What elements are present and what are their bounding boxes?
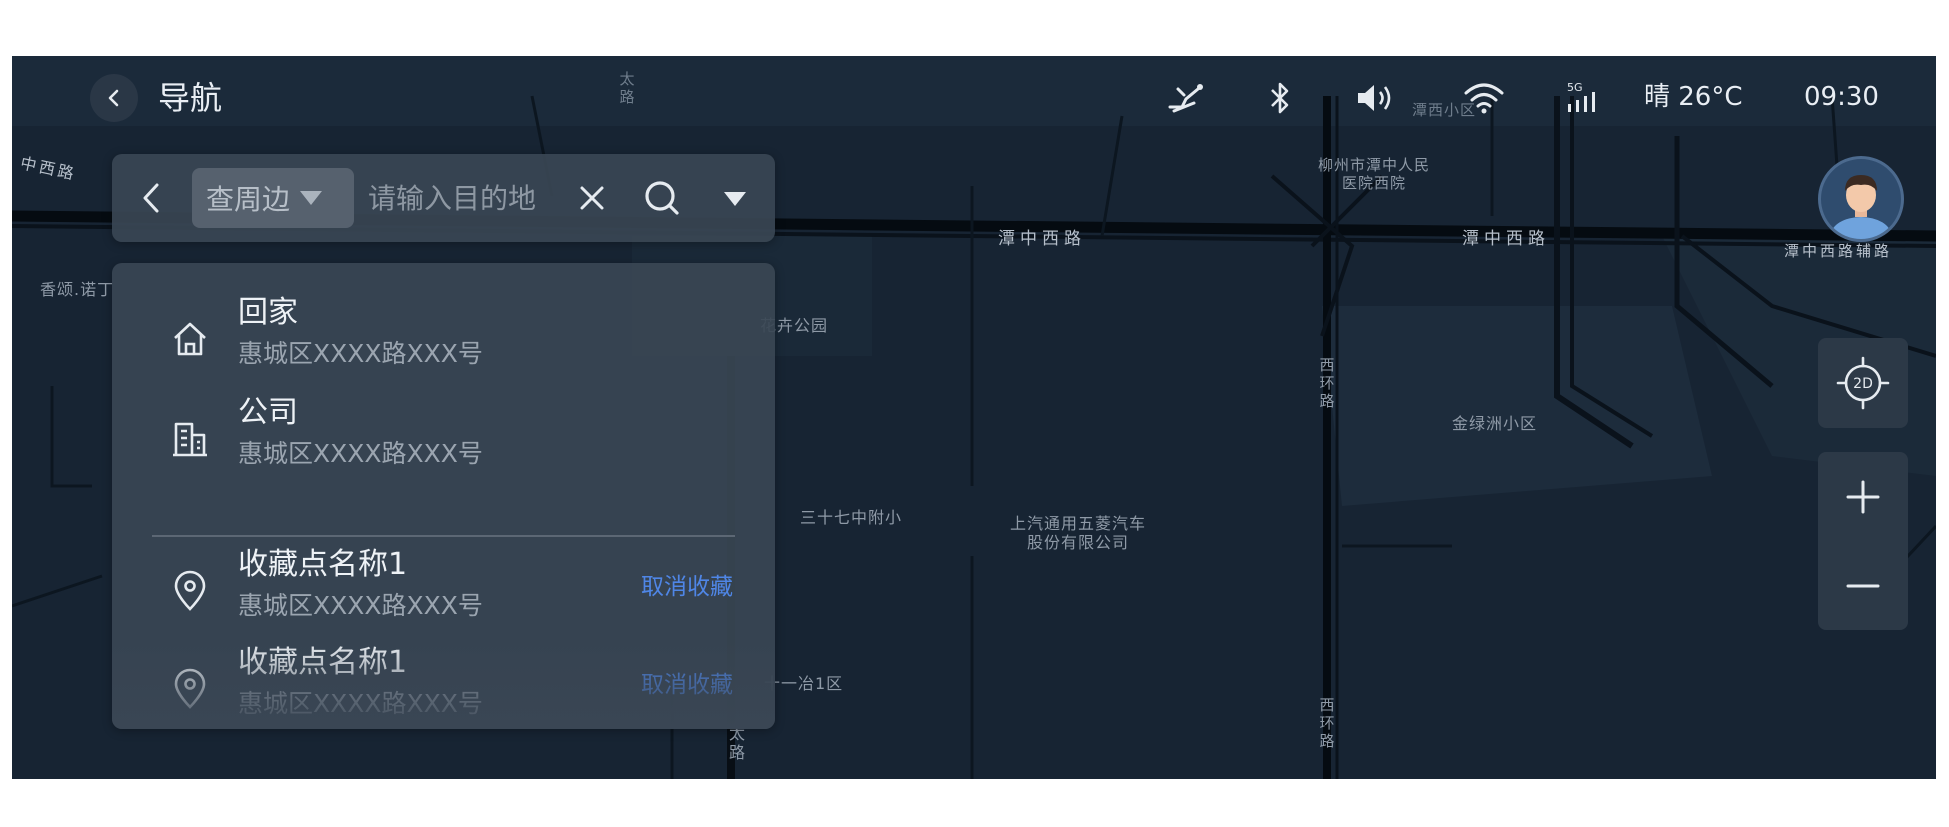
favorite-company[interactable]: 公司 惠城区XXXX路XXX号	[112, 393, 775, 483]
map-label: 三十七中附小	[800, 508, 903, 527]
location-pin-icon	[168, 569, 212, 613]
bluetooth-icon[interactable]	[1260, 78, 1300, 118]
wifi-icon[interactable]	[1460, 78, 1508, 118]
avatar-icon	[1831, 175, 1891, 239]
map-label: 柳州市潭中人民医院西院	[1317, 156, 1430, 192]
favorite-title: 回家	[238, 295, 298, 330]
nearby-search-dropdown[interactable]: 查周边	[192, 168, 354, 228]
map-label: 潭中西路	[1462, 229, 1550, 249]
map-label: 太路	[728, 724, 745, 763]
view-mode-label: 2D	[1853, 376, 1873, 392]
favorite-address: 惠城区XXXX路XXX号	[238, 591, 483, 620]
caret-down-icon	[300, 191, 323, 205]
map-label: 太路	[619, 70, 635, 106]
unfavorite-button[interactable]: 取消收藏	[641, 665, 733, 705]
favorite-address: 惠城区XXXX路XXX号	[238, 689, 483, 718]
view-mode-button[interactable]: 2D	[1818, 338, 1908, 428]
favorite-place[interactable]: 收藏点名称1 惠城区XXXX路XXX号 取消收藏	[112, 545, 775, 635]
favorites-panel: 回家 惠城区XXXX路XXX号 公司 惠城区XXXX路XXX号 收藏点名称1 惠…	[112, 263, 775, 729]
unfavorite-button[interactable]: 取消收藏	[641, 567, 733, 607]
search-button[interactable]	[640, 176, 684, 220]
volume-icon[interactable]	[1352, 78, 1400, 118]
map-label: 十一冶1区	[764, 674, 844, 693]
cellular-5g-icon[interactable]: 5G	[1562, 78, 1606, 118]
map-label: 上汽通用五菱汽车股份有限公司	[1009, 514, 1146, 553]
map-label: 香颂.诺丁	[40, 280, 115, 299]
favorite-place[interactable]: 收藏点名称1 惠城区XXXX路XXX号 取消收藏	[112, 643, 775, 729]
chevron-left-icon	[143, 183, 159, 213]
seat-icon[interactable]	[1162, 78, 1210, 118]
search-bar: 查周边	[112, 154, 775, 242]
map-label: 金绿洲小区	[1452, 414, 1538, 433]
zoom-out-button[interactable]	[1818, 541, 1908, 630]
navigation-screen: 潭中西路 潭中西路 潭中西路辅路 中西路 潭西小区 柳州市潭中人民医院西院 西环…	[12, 56, 1936, 779]
zoom-in-button[interactable]	[1818, 452, 1908, 541]
divider	[152, 535, 735, 537]
back-button[interactable]	[90, 74, 138, 122]
home-icon	[168, 317, 212, 361]
search-back-button[interactable]	[130, 176, 174, 220]
clear-button[interactable]	[572, 178, 612, 218]
office-building-icon	[168, 417, 212, 461]
search-icon	[645, 181, 679, 215]
page-title: 导航	[158, 79, 223, 117]
minus-icon	[1846, 584, 1880, 587]
user-avatar[interactable]	[1818, 156, 1904, 242]
map-label: 潭中西路辅路	[1784, 242, 1893, 260]
favorite-title: 公司	[238, 395, 298, 430]
map-label: 西环路	[1319, 356, 1335, 410]
expand-button[interactable]	[720, 184, 750, 214]
zoom-controls	[1818, 452, 1908, 630]
favorite-title: 收藏点名称1	[238, 547, 408, 582]
plus-icon	[1846, 480, 1880, 513]
nearby-label: 查周边	[206, 183, 291, 216]
locate-2d-icon: 2D	[1836, 356, 1890, 410]
destination-search-input[interactable]	[368, 174, 568, 222]
map-label: 潭中西路	[998, 229, 1086, 249]
weather-status: 晴 26°C	[1644, 82, 1743, 112]
clock: 09:30	[1804, 82, 1879, 112]
network-label: 5G	[1567, 81, 1583, 94]
favorite-address: 惠城区XXXX路XXX号	[238, 439, 483, 468]
favorite-title: 收藏点名称1	[238, 645, 408, 680]
close-icon	[580, 186, 604, 210]
favorite-address: 惠城区XXXX路XXX号	[238, 339, 483, 368]
map-label: 西环路	[1319, 696, 1335, 750]
location-pin-icon	[168, 667, 212, 711]
favorite-home[interactable]: 回家 惠城区XXXX路XXX号	[112, 293, 775, 383]
chevron-left-icon	[108, 89, 119, 107]
caret-down-icon	[724, 192, 746, 206]
